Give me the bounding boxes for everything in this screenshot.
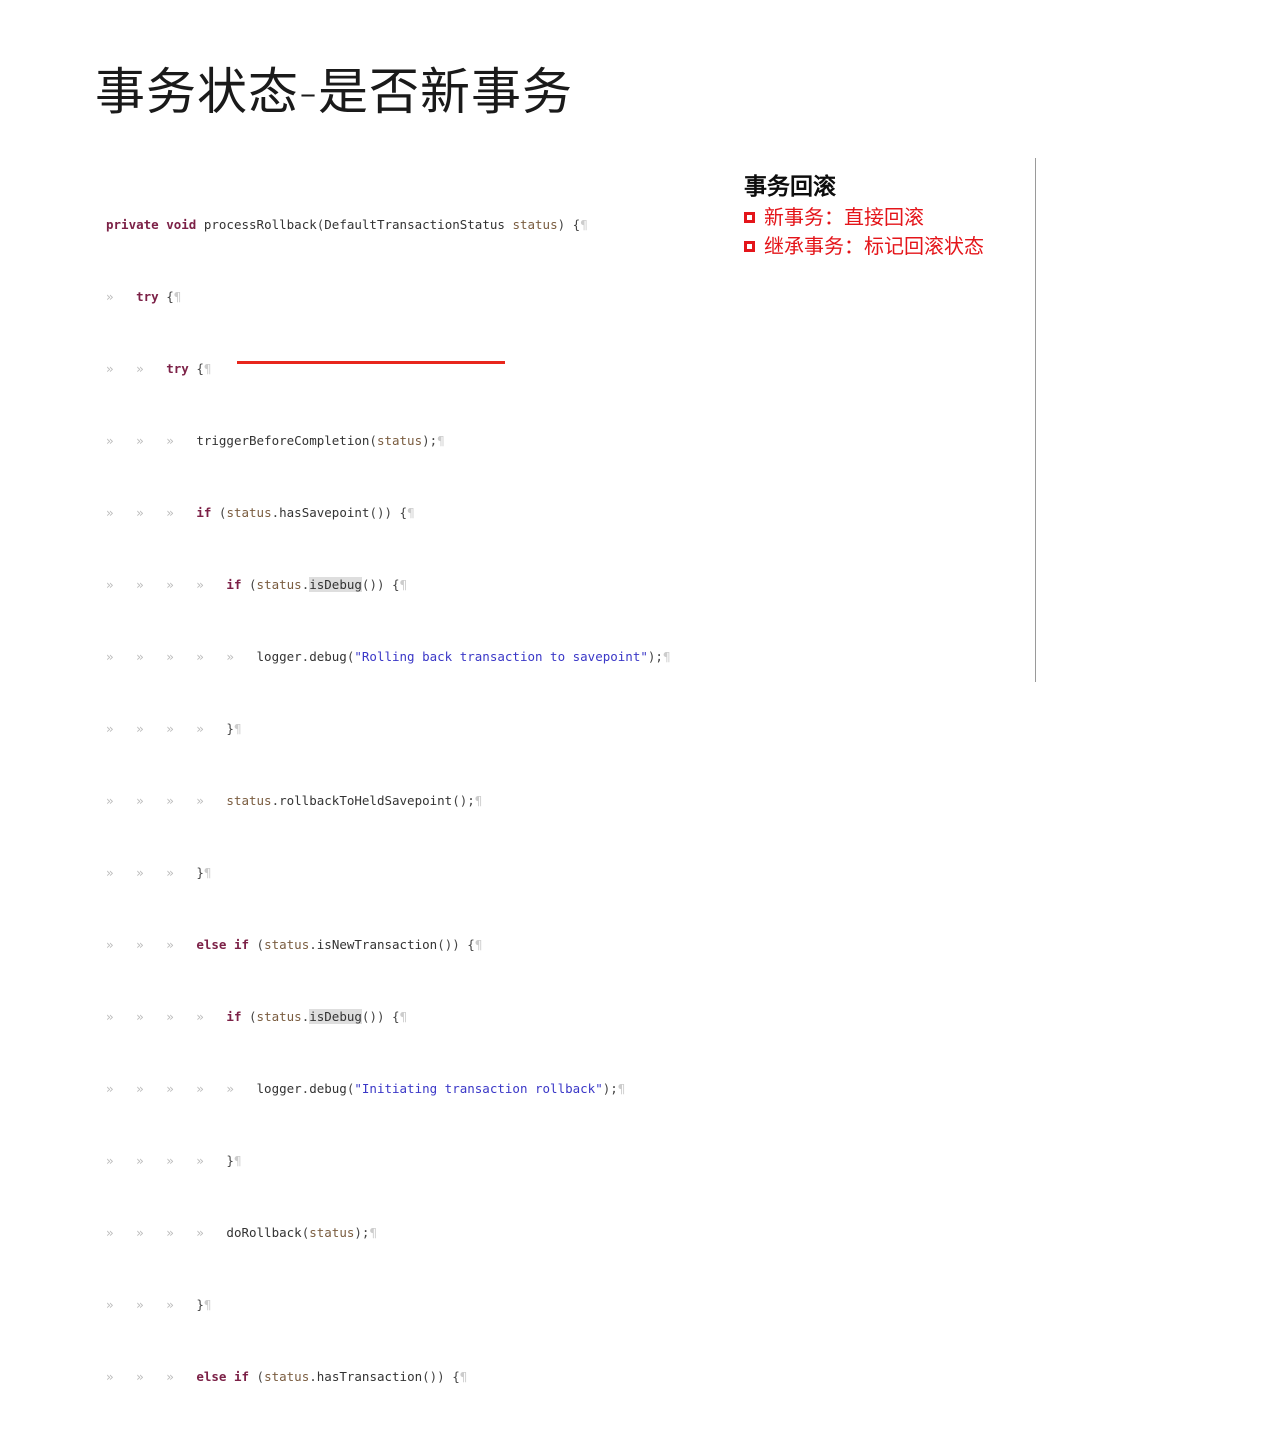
annotation-heading: 事务回滚 [744,174,836,200]
code-line[interactable]: » » » » if (status.isDebug()) {¶ [106,576,1146,594]
code-line[interactable]: » » » }¶ [106,1296,1146,1314]
red-underline-annotation [237,361,505,364]
code-line[interactable]: » » » » status.rollbackToHeldSavepoint()… [106,792,1146,810]
code-line[interactable]: » » » if (status.hasSavepoint()) {¶ [106,504,1146,522]
annotation-item-label: 继承事务：标记回滚状态 [764,234,984,258]
code-line[interactable]: » » » }¶ [106,864,1146,882]
annotation-item-2: 继承事务：标记回滚状态 [744,233,1044,260]
code-line[interactable]: » » » » if (status.isDebug()) {¶ [106,1008,1146,1026]
page-title: 事务状态-是否新事务 [95,63,574,121]
code-line[interactable]: » » » else if (status.hasTransaction()) … [106,1368,1146,1386]
annotation-item-label: 新事务：直接回滚 [764,205,924,229]
code-line[interactable]: » try {¶ [106,288,1146,306]
square-outline-icon [744,212,755,223]
code-line[interactable]: » » » » » logger.debug("Initiating trans… [106,1080,1146,1098]
code-line[interactable]: » » » » }¶ [106,1152,1146,1170]
annotation-item-1: 新事务：直接回滚 [744,204,1044,231]
code-line[interactable]: » » » » }¶ [106,720,1146,738]
code-line[interactable]: » » » » » logger.debug("Rolling back tra… [106,648,1146,666]
right-edge-mask [1036,0,1280,720]
code-block[interactable]: private void processRollback(DefaultTran… [106,162,1146,1440]
code-line[interactable]: » » » » doRollback(status);¶ [106,1224,1146,1242]
code-line[interactable]: » » » else if (status.isNewTransaction()… [106,936,1146,954]
annotation-panel: 事务回滚 新事务：直接回滚 继承事务：标记回滚状态 [744,172,1044,260]
code-line[interactable]: » » » triggerBeforeCompletion(status);¶ [106,432,1146,450]
square-outline-icon [744,241,755,252]
